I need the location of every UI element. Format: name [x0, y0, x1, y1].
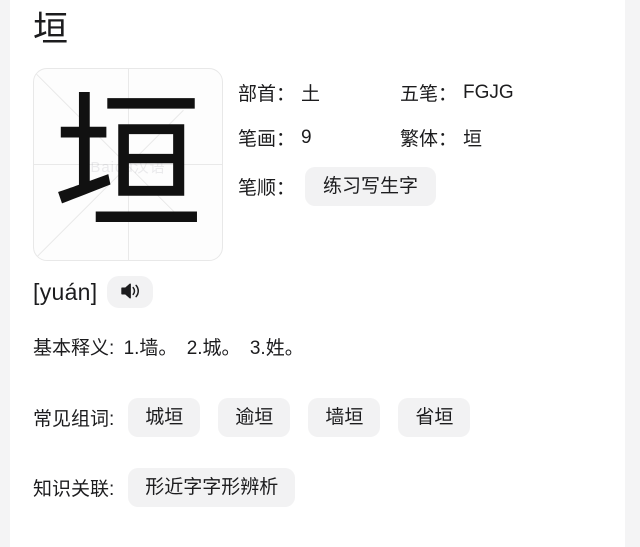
stroke-order-label: 笔顺： [238, 177, 296, 199]
wubi-value: FGJG [463, 81, 514, 103]
speaker-icon [119, 282, 141, 303]
common-word-chip-1[interactable]: 城垣 [128, 398, 201, 437]
info-cell-traditional: 繁体： 垣 [400, 124, 482, 151]
pronunciation-row: [yuán] [33, 276, 154, 308]
knowledge-link-row: 知识关联: 形近字字形辨析 [33, 468, 296, 507]
common-word-chip-3[interactable]: 墙垣 [308, 398, 381, 437]
page-edge-right [625, 0, 640, 547]
pinyin-text: [yuán] [33, 278, 98, 305]
dictionary-entry-page: 垣 Baidu汉语 垣 部首： 土 五笔： FGJG 笔画： 9 繁体： 垣 笔… [10, 0, 625, 547]
info-cell-stroke-count: 笔画： 9 [238, 124, 400, 151]
knowledge-link-label: 知识关联: [33, 479, 115, 500]
character-glyph: 垣 [52, 77, 203, 252]
practice-writing-button[interactable]: 练习写生字 [305, 166, 437, 206]
wubi-label: 五笔： [400, 84, 458, 105]
definition-sense-1: 1.墙。 [123, 338, 178, 359]
info-row-strokes-traditional: 笔画： 9 繁体： 垣 [238, 115, 608, 160]
page-title: 垣 [33, 10, 69, 49]
common-word-chip-4[interactable]: 省垣 [398, 398, 471, 437]
page-edge-left [0, 0, 10, 547]
common-word-chip-2[interactable]: 逾垣 [218, 398, 291, 437]
radical-label: 部首： [238, 84, 296, 105]
radical-value: 土 [301, 84, 321, 105]
play-pronunciation-button[interactable] [107, 276, 154, 308]
character-info-block: 部首： 土 五笔： FGJG 笔画： 9 繁体： 垣 笔顺： 练习写生字 [238, 70, 608, 212]
definition-sense-2: 2.城。 [186, 338, 241, 359]
traditional-value: 垣 [463, 129, 483, 150]
definition-label: 基本释义: [33, 338, 115, 359]
info-row-stroke-order: 笔顺： 练习写生字 [238, 160, 608, 212]
definition-sense-3: 3.姓。 [249, 338, 304, 359]
basic-definition: 基本释义: 1.墙。 2.城。 3.姓。 [33, 333, 304, 360]
knowledge-link-chip-1[interactable]: 形近字字形辨析 [128, 468, 296, 507]
common-words-label: 常见组词: [33, 409, 115, 430]
info-cell-wubi: 五笔： FGJG [400, 79, 514, 106]
stroke-count-label: 笔画： [238, 129, 296, 150]
info-row-radical-wubi: 部首： 土 五笔： FGJG [238, 70, 608, 115]
traditional-label: 繁体： [400, 129, 458, 150]
character-grid-card: Baidu汉语 垣 [33, 68, 223, 261]
info-cell-radical: 部首： 土 [238, 79, 400, 106]
stroke-count-value: 9 [301, 126, 312, 148]
common-words-row: 常见组词: 城垣 逾垣 墙垣 省垣 [33, 398, 471, 437]
